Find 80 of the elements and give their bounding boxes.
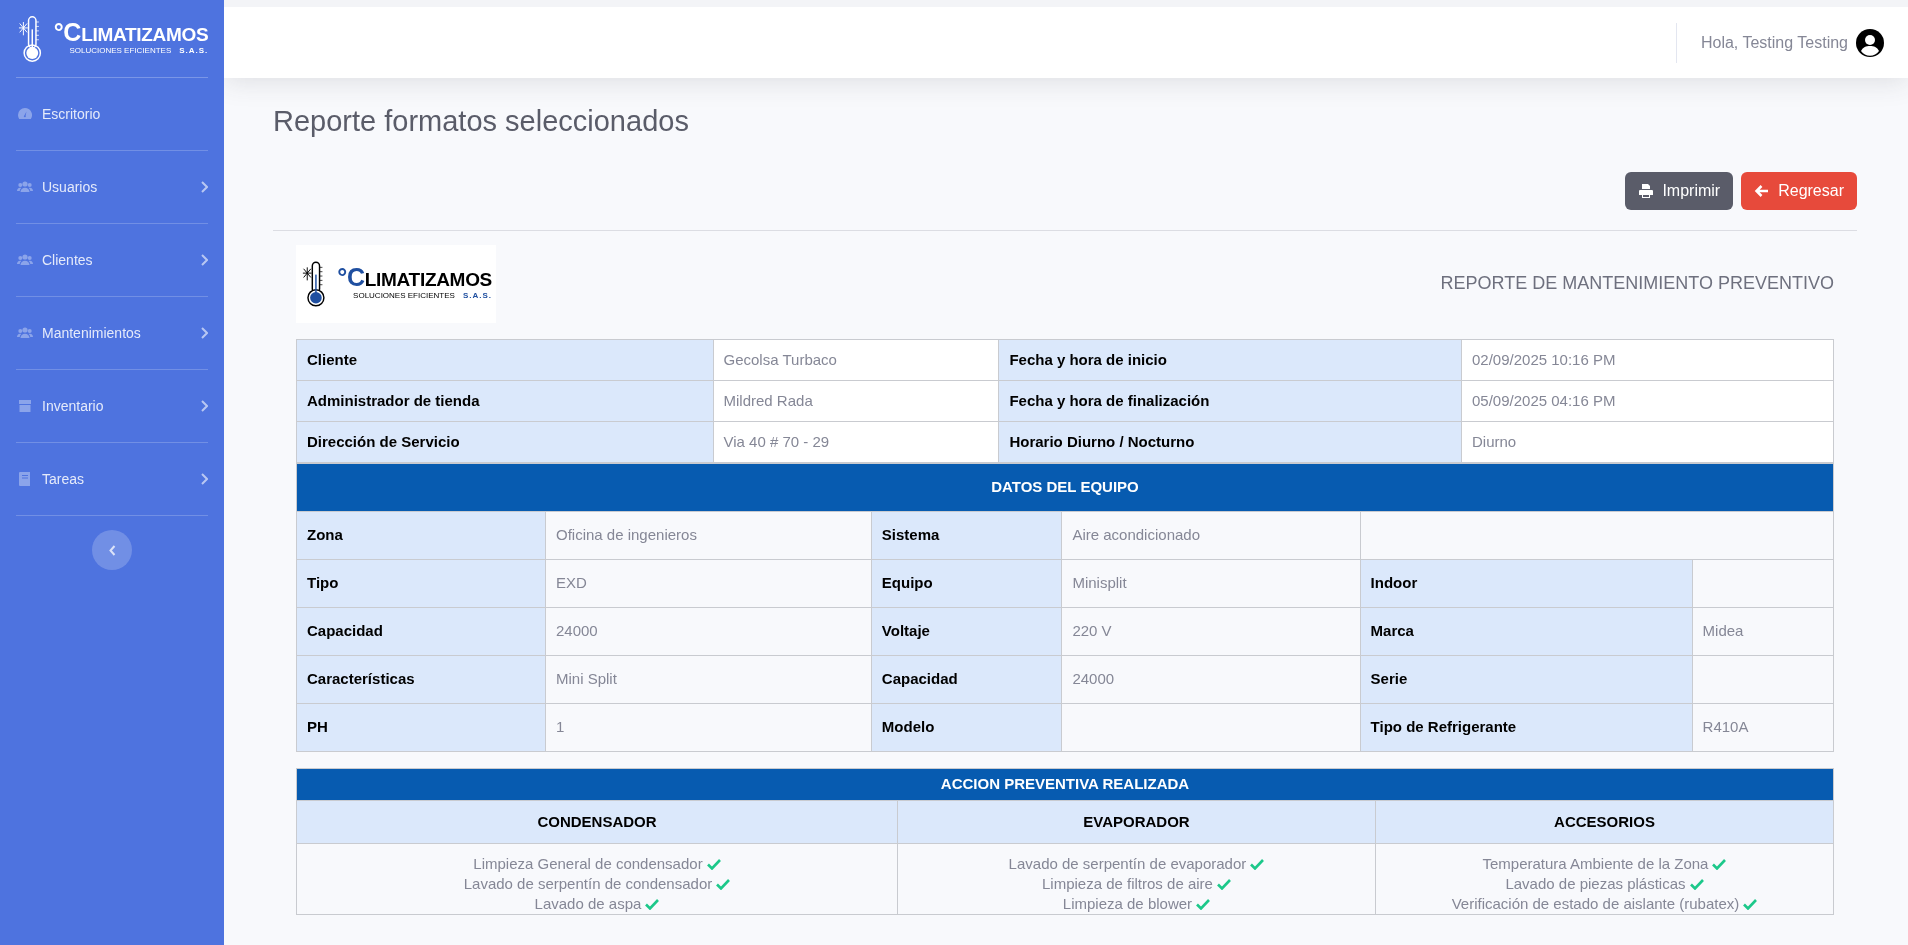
field-value: 02/09/2025 10:16 PM <box>1461 339 1834 381</box>
column-header: EVAPORADOR <box>897 800 1376 844</box>
field-label: Capacidad <box>296 607 546 656</box>
field-value: R410A <box>1692 703 1834 752</box>
field-label: Tipo <box>296 559 546 608</box>
gauge-icon <box>16 106 34 122</box>
field-label: Zona <box>296 511 546 560</box>
action-item: Temperatura Ambiente de la Zona <box>1482 854 1709 872</box>
field-label: Dirección de Servicio <box>296 421 713 463</box>
user-greeting: Hola, Testing Testing <box>1700 32 1848 53</box>
field-value: Minisplit <box>1061 559 1361 608</box>
field-label: Equipo <box>871 559 1062 608</box>
printer-icon <box>1638 182 1655 199</box>
logo-suffix: S.A.S. <box>179 45 209 57</box>
sidebar-item[interactable]: Inventario <box>16 370 208 443</box>
section-header: DATOS DEL EQUIPO <box>296 463 1834 512</box>
column-header: ACCESORIOS <box>1375 800 1834 844</box>
action-item: Lavado de piezas plásticas <box>1505 874 1686 892</box>
field-value: 1 <box>545 703 872 752</box>
action-item: Limpieza de filtros de aire <box>1042 874 1213 892</box>
field-label: Indoor <box>1360 559 1693 608</box>
field-value: 24000 <box>1061 655 1361 704</box>
field-value: Diurno <box>1461 421 1834 463</box>
field-value: Via 40 # 70 - 29 <box>713 421 999 463</box>
back-button[interactable]: Regresar <box>1741 171 1857 210</box>
field-label: PH <box>296 703 546 752</box>
user-avatar-icon <box>1856 28 1884 57</box>
field-label: Características <box>296 655 546 704</box>
sidebar-item[interactable]: Clientes <box>16 224 208 297</box>
users-icon <box>16 179 34 195</box>
chevron-left-icon <box>108 544 116 556</box>
logo-name: CLIMATIZAMOS <box>347 265 492 291</box>
action-item: Lavado de aspa <box>534 894 642 912</box>
field-label: Tipo de Refrigerante <box>1360 703 1693 752</box>
section-header: ACCION PREVENTIVA REALIZADA <box>296 768 1834 801</box>
action-item: Limpieza General de condensador <box>473 854 703 872</box>
action-item: Lavado de serpentín de condensador <box>463 874 713 892</box>
field-value: Mini Split <box>545 655 872 704</box>
field-label: Voltaje <box>871 607 1062 656</box>
users-icon <box>16 325 34 341</box>
page-title: Reporte formatos seleccionados <box>273 104 690 139</box>
field-value: Aire acondicionado <box>1061 511 1361 560</box>
field-value: 05/09/2025 04:16 PM <box>1461 380 1834 422</box>
field-label: Fecha y hora de finalización <box>998 380 1462 422</box>
print-button[interactable]: Imprimir <box>1625 171 1734 210</box>
field-label: Horario Diurno / Nocturno <box>998 421 1462 463</box>
field-label: Fecha y hora de inicio <box>998 339 1462 381</box>
degree-sign: ° <box>337 265 347 291</box>
sidebar-item[interactable]: Escritorio <box>16 78 208 151</box>
field-label: Modelo <box>871 703 1062 752</box>
field-value: Midea <box>1692 607 1834 656</box>
action-item: Lavado de serpentín de evaporador <box>1008 854 1247 872</box>
logo-tagline: SOLUCIONES EFICIENTES <box>353 290 455 303</box>
field-label: Capacidad <box>871 655 1062 704</box>
degree-sign: ° <box>53 20 64 45</box>
column-header: CONDENSADOR <box>296 800 898 844</box>
field-value: 24000 <box>545 607 872 656</box>
field-label: Administrador de tienda <box>296 380 713 422</box>
box-icon <box>16 398 34 414</box>
arrow-left-icon <box>1754 182 1771 199</box>
sidebar-toggle-button[interactable] <box>92 530 132 570</box>
field-value: Oficina de ingenieros <box>545 511 872 560</box>
field-value: Mildred Rada <box>713 380 999 422</box>
field-value: EXD <box>545 559 872 608</box>
logo-name: CLIMATIZAMOS <box>63 20 209 45</box>
field-label: Marca <box>1360 607 1693 656</box>
report-title: REPORTE DE MANTENIMIENTO PREVENTIVO <box>1440 272 1834 296</box>
sidebar-item[interactable]: Mantenimientos <box>16 297 208 370</box>
sidebar-item[interactable]: Tareas <box>16 443 208 516</box>
field-label: Serie <box>1360 655 1693 704</box>
sidebar-item[interactable]: Usuarios <box>16 151 208 224</box>
field-value: Gecolsa Turbaco <box>713 339 999 381</box>
action-item: Verificación de estado de aislante (rubatex) <box>1451 894 1740 912</box>
action-item: Limpieza de blower <box>1062 894 1193 912</box>
users-icon <box>16 252 34 268</box>
logo-tagline: SOLUCIONES EFICIENTES <box>69 45 172 57</box>
field-label: Cliente <box>296 339 713 381</box>
field-value: 220 V <box>1061 607 1361 656</box>
logo-suffix: S.A.S. <box>462 290 492 303</box>
field-label: Sistema <box>871 511 1062 560</box>
